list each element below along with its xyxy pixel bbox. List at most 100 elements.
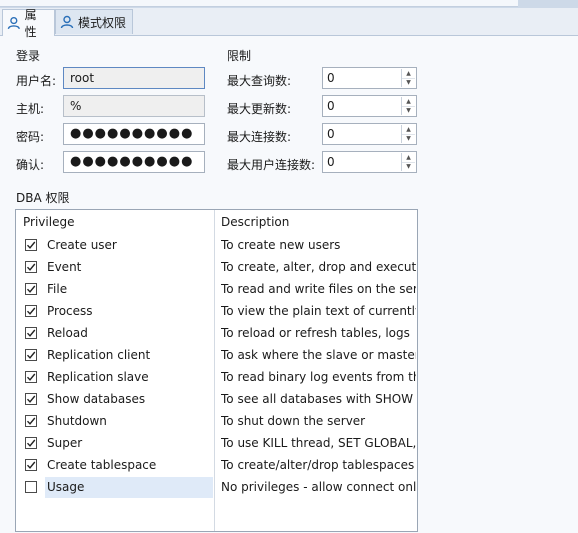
privilege-description: No privileges - allow connect only (221, 480, 416, 494)
privilege-name: Shutdown (47, 414, 107, 428)
privilege-description: To create/alter/drop tablespaces (221, 458, 415, 472)
spinner-arrows: ▲ ▼ (401, 125, 415, 143)
table-row[interactable]: Process To view the plain text of current… (16, 301, 417, 323)
tab-schema-privileges[interactable]: 模式权限 (55, 9, 133, 34)
table-row[interactable]: Create user To create new users (16, 235, 417, 257)
username-label: 用户名: (16, 74, 57, 88)
tab-label: 属性 (24, 8, 37, 39)
table-row[interactable]: Event To create, alter, drop and execute (16, 257, 417, 279)
max-user-connections-spinner[interactable]: 0 ▲ ▼ (322, 151, 417, 173)
table-row[interactable]: Create tablespace To create/alter/drop ta… (16, 455, 417, 477)
password-label: 密码: (16, 130, 45, 144)
decrement-arrow-icon[interactable]: ▼ (402, 106, 415, 115)
privilege-name: Event (47, 260, 82, 274)
privilege-checkbox[interactable] (25, 305, 37, 317)
privilege-name: File (47, 282, 68, 296)
password-field[interactable]: ●●●●●●●●●● (63, 123, 205, 145)
max-queries-value: 0 (327, 71, 335, 85)
privilege-checkbox[interactable] (25, 481, 37, 493)
toolbar-area (0, 0, 518, 7)
privilege-description: To shut down the server (221, 414, 366, 428)
privilege-description: To reload or refresh tables, logs (221, 326, 410, 340)
privilege-checkbox[interactable] (25, 459, 37, 471)
user-icon (60, 15, 74, 29)
checkmark-icon (26, 461, 36, 469)
privileges-table[interactable]: Privilege Description Create user To crea… (15, 209, 418, 532)
privilege-name: Super (47, 436, 83, 450)
max-queries-spinner[interactable]: 0 ▲ ▼ (322, 67, 417, 89)
privilege-name: Show databases (47, 392, 146, 406)
table-row[interactable]: Shutdown To shut down the server (16, 411, 417, 433)
max-updates-value: 0 (327, 99, 335, 113)
decrement-arrow-icon[interactable]: ▼ (402, 78, 415, 87)
checkmark-icon (26, 329, 36, 337)
dba-section-title: DBA 权限 (16, 191, 70, 205)
spinner-arrows: ▲ ▼ (401, 153, 415, 171)
privilege-checkbox[interactable] (25, 415, 37, 427)
privilege-column-header[interactable]: Privilege (23, 215, 74, 229)
host-field[interactable]: % (63, 95, 205, 117)
table-row[interactable]: Super To use KILL thread, SET GLOBAL, (16, 433, 417, 455)
title-strip (0, 0, 578, 8)
table-row[interactable]: File To read and write files on the ser (16, 279, 417, 301)
privilege-description: To see all databases with SHOW I (221, 392, 416, 406)
checkmark-icon (26, 395, 36, 403)
checkmark-icon (26, 351, 36, 359)
max-updates-spinner[interactable]: 0 ▲ ▼ (322, 95, 417, 117)
privilege-name: Create tablespace (47, 458, 157, 472)
privilege-checkbox[interactable] (25, 437, 37, 449)
checkmark-icon (26, 285, 36, 293)
decrement-arrow-icon[interactable]: ▼ (402, 134, 415, 143)
checkmark-icon (26, 439, 36, 447)
host-label: 主机: (16, 102, 45, 116)
limits-section-title: 限制 (227, 49, 252, 63)
max-user-connections-value: 0 (327, 155, 335, 169)
privilege-description: To use KILL thread, SET GLOBAL, (221, 436, 416, 450)
privilege-description: To ask where the slave or master (221, 348, 416, 362)
decrement-arrow-icon[interactable]: ▼ (402, 162, 415, 171)
privilege-name: Reload (47, 326, 88, 340)
table-row[interactable]: Replication slave To read binary log even… (16, 367, 417, 389)
privilege-checkbox[interactable] (25, 283, 37, 295)
confirm-password-label: 确认: (16, 158, 45, 172)
privilege-description: To create new users (221, 238, 341, 252)
checkmark-icon (26, 417, 36, 425)
privilege-description: To read binary log events from th (221, 370, 416, 384)
max-user-connections-label: 最大用户连接数: (227, 158, 316, 172)
table-row[interactable]: Reload To reload or refresh tables, logs (16, 323, 417, 345)
table-row[interactable]: Show databases To see all databases with … (16, 389, 417, 411)
max-connections-value: 0 (327, 127, 335, 141)
privilege-checkbox[interactable] (25, 349, 37, 361)
privilege-description: To create, alter, drop and execute (221, 260, 416, 274)
privilege-checkbox[interactable] (25, 261, 37, 273)
spinner-arrows: ▲ ▼ (401, 69, 415, 87)
privilege-checkbox[interactable] (25, 327, 37, 339)
privilege-name: Process (47, 304, 93, 318)
privilege-name: Replication slave (47, 370, 149, 384)
username-field[interactable]: root (63, 67, 205, 89)
privilege-description: To read and write files on the ser (221, 282, 416, 296)
max-queries-label: 最大查询数: (227, 74, 292, 88)
privilege-name: Create user (47, 238, 117, 252)
table-row[interactable]: Usage No privileges - allow connect only (16, 477, 417, 499)
confirm-password-field[interactable]: ●●●●●●●●●● (63, 151, 205, 173)
checkmark-icon (26, 373, 36, 381)
user-icon (7, 16, 20, 30)
checkmark-icon (26, 263, 36, 271)
tab-properties[interactable]: 属性 (2, 8, 55, 39)
privilege-checkbox[interactable] (25, 371, 37, 383)
checkmark-icon (26, 241, 36, 249)
spinner-arrows: ▲ ▼ (401, 97, 415, 115)
tab-label: 模式权限 (78, 15, 127, 30)
privilege-name: Replication client (47, 348, 151, 362)
table-row[interactable]: Replication client To ask where the slave… (16, 345, 417, 367)
privilege-description: To view the plain text of currently (221, 304, 416, 318)
table-header: Privilege Description (16, 210, 417, 235)
login-section-title: 登录 (16, 49, 41, 63)
max-connections-spinner[interactable]: 0 ▲ ▼ (322, 123, 417, 145)
privilege-checkbox[interactable] (25, 239, 37, 251)
privilege-checkbox[interactable] (25, 393, 37, 405)
checkmark-icon (26, 307, 36, 315)
description-column-header[interactable]: Description (221, 215, 289, 229)
privilege-name: Usage (47, 480, 85, 494)
